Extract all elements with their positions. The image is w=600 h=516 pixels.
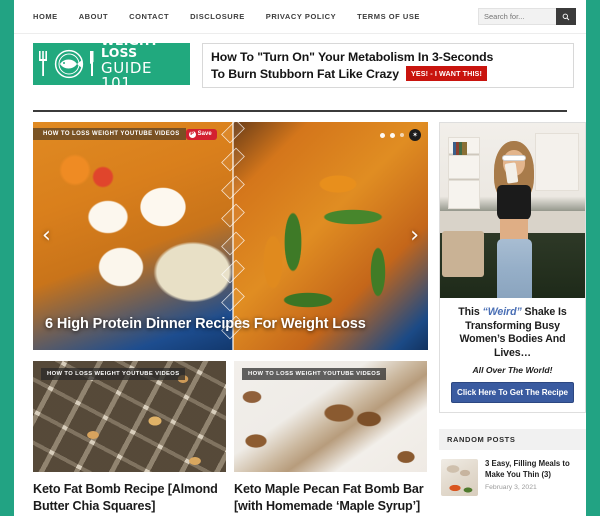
nav-item-terms-of-use[interactable]: TERMS OF USE bbox=[357, 12, 420, 21]
top-navigation-bar: HOME ABOUT CONTACT DISCLOSURE PRIVACY PO… bbox=[14, 0, 586, 34]
post-card: HOW TO LOSS WEIGHT YOUTUBE VIDEOS Keto F… bbox=[33, 361, 226, 514]
slider-next-arrow[interactable]: › bbox=[410, 225, 419, 247]
post-category-label[interactable]: HOW TO LOSS WEIGHT YOUTUBE VIDEOS bbox=[41, 368, 186, 380]
nav-item-home[interactable]: HOME bbox=[33, 12, 58, 21]
slider-prev-arrow[interactable]: ‹ bbox=[42, 225, 51, 247]
search-icon bbox=[562, 13, 570, 20]
logo-line-1: WEIGHT LOSS bbox=[101, 32, 159, 60]
chair-decor bbox=[442, 231, 484, 277]
main-menu: HOME ABOUT CONTACT DISCLOSURE PRIVACY PO… bbox=[33, 12, 478, 21]
sidebar-ad-subline: All Over The World! bbox=[472, 365, 553, 376]
post-title[interactable]: Keto Fat Bomb Recipe [Almond Butter Chia… bbox=[33, 481, 226, 514]
search-form bbox=[478, 8, 576, 25]
list-item: 3 Easy, Filling Meals to Make You Thin (… bbox=[439, 450, 586, 497]
banner-headline-line-1: How To "Turn On" Your Metabolism In 3-Se… bbox=[211, 50, 494, 64]
cabinet-decor bbox=[535, 133, 579, 191]
banner-headline-row-2: To Burn Stubborn Fat Like Crazy YES! - I… bbox=[211, 66, 565, 81]
header-banner-ad[interactable]: How To "Turn On" Your Metabolism In 3-Se… bbox=[202, 43, 574, 88]
shake-ad-photo bbox=[440, 123, 585, 298]
site-header: WEIGHT LOSS GUIDE 101 How To "Turn On" Y… bbox=[14, 34, 586, 102]
banner-cta-button[interactable]: YES! - I WANT THIS! bbox=[405, 66, 487, 81]
fork-icon bbox=[39, 51, 47, 76]
logo-mark bbox=[38, 49, 97, 79]
plate-fish-icon bbox=[54, 49, 84, 79]
slider-dot-2[interactable] bbox=[390, 132, 395, 138]
ad-headline-part-1: This bbox=[458, 306, 483, 318]
sidebar-ad-button[interactable]: Click Here To Get The Recipe bbox=[451, 382, 574, 404]
site-logo[interactable]: WEIGHT LOSS GUIDE 101 bbox=[33, 34, 190, 94]
post-card: HOW TO LOSS WEIGHT YOUTUBE VIDEOS Keto M… bbox=[234, 361, 427, 514]
jeans-shape bbox=[497, 239, 532, 298]
slider-pause-button[interactable]: ✶ bbox=[409, 129, 421, 141]
slider-meta-row: HOW TO LOSS WEIGHT YOUTUBE VIDEOS P Save bbox=[33, 128, 217, 140]
post-thumbnail[interactable]: HOW TO LOSS WEIGHT YOUTUBE VIDEOS bbox=[234, 361, 427, 472]
slider-dot-1[interactable] bbox=[380, 132, 385, 138]
sidebar-ad[interactable]: This “Weird” Shake Is Transforming Busy … bbox=[439, 122, 586, 414]
nav-item-contact[interactable]: CONTACT bbox=[129, 12, 169, 21]
sidebar: This “Weird” Shake Is Transforming Busy … bbox=[439, 122, 586, 514]
banner-headline-line-2: To Burn Stubborn Fat Like Crazy bbox=[211, 66, 399, 81]
widget-title: RANDOM POSTS bbox=[439, 429, 586, 451]
main-column: HOW TO LOSS WEIGHT YOUTUBE VIDEOS P Save… bbox=[33, 122, 428, 514]
search-button[interactable] bbox=[556, 8, 576, 25]
content-area: HOW TO LOSS WEIGHT YOUTUBE VIDEOS P Save… bbox=[14, 112, 586, 514]
nav-item-disclosure[interactable]: DISCLOSURE bbox=[190, 12, 245, 21]
nav-item-about[interactable]: ABOUT bbox=[79, 12, 108, 21]
woman-figure bbox=[488, 141, 540, 298]
logo-text: WEIGHT LOSS GUIDE 101 bbox=[101, 32, 185, 94]
random-post-title[interactable]: 3 Easy, Filling Meals to Make You Thin (… bbox=[485, 459, 584, 481]
knife-icon bbox=[90, 51, 94, 76]
torso-shape bbox=[500, 219, 528, 241]
random-post-date: February 3, 2021 bbox=[485, 483, 537, 491]
pinterest-icon: P bbox=[188, 130, 196, 138]
page-frame: HOME ABOUT CONTACT DISCLOSURE PRIVACY PO… bbox=[14, 0, 586, 516]
sidebar-ad-headline: This “Weird” Shake Is Transforming Busy … bbox=[446, 306, 579, 360]
pinterest-save-button[interactable]: P Save bbox=[185, 128, 217, 140]
post-title[interactable]: Keto Maple Pecan Fat Bomb Bar [with Home… bbox=[234, 481, 427, 514]
ad-headline-emphasis: “Weird” bbox=[482, 306, 522, 318]
bookshelf-decor bbox=[448, 137, 480, 209]
random-post-thumbnail[interactable] bbox=[441, 459, 478, 497]
slider-controls: ✶ bbox=[380, 129, 421, 141]
crop-top-shape bbox=[497, 185, 531, 221]
post-card-grid: HOW TO LOSS WEIGHT YOUTUBE VIDEOS Keto F… bbox=[33, 361, 428, 514]
nav-item-privacy-policy[interactable]: PRIVACY POLICY bbox=[266, 12, 336, 21]
logo-line-2: GUIDE 101 bbox=[101, 60, 185, 94]
post-category-label[interactable]: HOW TO LOSS WEIGHT YOUTUBE VIDEOS bbox=[242, 368, 387, 380]
search-input[interactable] bbox=[478, 8, 556, 25]
save-label: Save bbox=[197, 131, 212, 137]
sunglasses-icon bbox=[502, 155, 526, 161]
random-posts-widget: RANDOM POSTS 3 Easy, Filling Meals to Ma… bbox=[439, 429, 586, 497]
slider-post-title[interactable]: 6 High Protein Dinner Recipes For Weight… bbox=[45, 316, 414, 332]
featured-slider[interactable]: HOW TO LOSS WEIGHT YOUTUBE VIDEOS P Save… bbox=[33, 122, 428, 350]
random-post-body: 3 Easy, Filling Meals to Make You Thin (… bbox=[485, 459, 584, 496]
slider-dot-3[interactable] bbox=[400, 133, 404, 137]
slider-category-label[interactable]: HOW TO LOSS WEIGHT YOUTUBE VIDEOS bbox=[33, 128, 186, 140]
post-thumbnail[interactable]: HOW TO LOSS WEIGHT YOUTUBE VIDEOS bbox=[33, 361, 226, 472]
sidebar-ad-copy: This “Weird” Shake Is Transforming Busy … bbox=[440, 298, 585, 412]
